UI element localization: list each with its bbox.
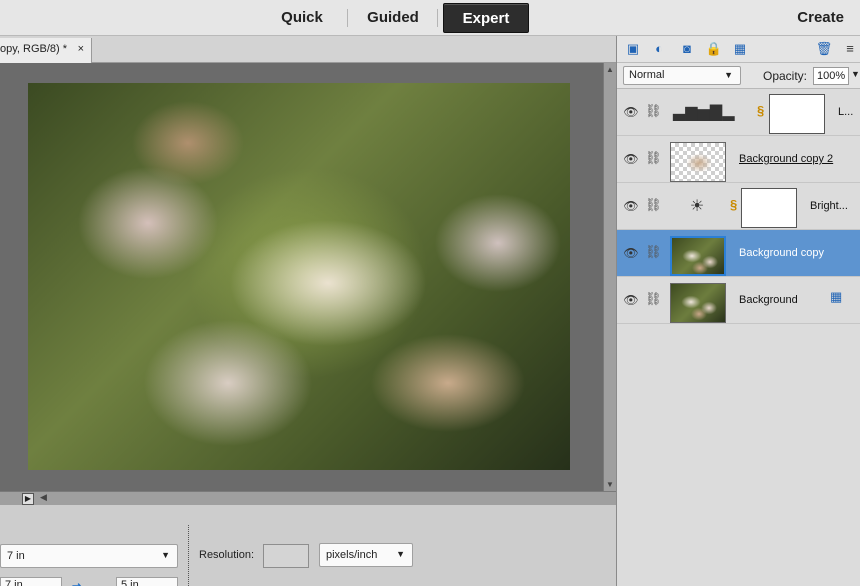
width-select[interactable]: 7 in ▼: [0, 544, 178, 568]
mask-link-icon[interactable]: §: [730, 197, 737, 212]
eye-icon[interactable]: 👁: [623, 105, 639, 119]
document-tab[interactable]: opy, RGB/8) * ×: [0, 38, 92, 63]
layer-thumbnail: [670, 142, 726, 182]
layers-panel: ▣ ◐ ◙ 🔒 ▦ 🗑 ≡ Normal ▼ Opacity: 100% ▼ 👁…: [616, 36, 860, 586]
layer-name: Background copy: [739, 247, 824, 259]
vertical-scrollbar[interactable]: ▲ ▼: [603, 63, 616, 491]
resolution-label: Resolution:: [199, 549, 255, 561]
layer-row-background-copy[interactable]: 👁 ⛓ Background copy: [617, 230, 860, 277]
mode-bar: Quick Guided Expert Create: [0, 0, 860, 36]
tool-options-bar: 7 in ▼ Resolution: pixels/inch ▼ 7 in ⇄ …: [0, 505, 616, 586]
layer-row-background[interactable]: 👁 ⛓ Background ▦: [617, 277, 860, 324]
opacity-label: Opacity:: [763, 69, 808, 83]
resolution-input[interactable]: [263, 544, 309, 568]
link-icon[interactable]: ⛓: [645, 244, 662, 260]
chevron-down-icon: ▼: [396, 549, 405, 559]
resolution-unit-value: pixels/inch: [326, 549, 378, 561]
lock-all-icon[interactable]: ▦: [731, 41, 749, 57]
layer-name: Background copy 2: [739, 153, 834, 165]
layers-list: 👁 ⛓ ▃▆▅▇▂ § L... 👁 ⛓ Background copy 2 👁…: [617, 89, 860, 324]
opacity-input[interactable]: 100%: [813, 67, 849, 85]
eye-icon[interactable]: 👁: [623, 246, 639, 260]
horizontal-scrollbar[interactable]: ▶ ◀: [0, 491, 616, 505]
document-tab-bar: opy, RGB/8) * ×: [0, 36, 616, 63]
layers-toolbar: ▣ ◐ ◙ 🔒 ▦ 🗑 ≡: [617, 36, 860, 63]
layer-name: L...: [838, 106, 854, 118]
layer-lock-icon: ▦: [830, 289, 843, 304]
blend-mode-select[interactable]: Normal ▼: [623, 66, 741, 85]
resolution-unit-select[interactable]: pixels/inch ▼: [319, 543, 413, 567]
create-button[interactable]: Create: [797, 9, 844, 26]
mode-divider: [437, 9, 438, 27]
mask-link-icon[interactable]: §: [757, 103, 764, 118]
eye-icon[interactable]: 👁: [623, 152, 639, 166]
flower-photo[interactable]: [28, 83, 570, 470]
layer-row-background-copy-2[interactable]: 👁 ⛓ Background copy 2: [617, 136, 860, 183]
tab-guided[interactable]: Guided: [354, 3, 432, 33]
add-mask-icon[interactable]: ◙: [678, 41, 696, 57]
layer-thumbnail: [670, 236, 726, 276]
link-icon[interactable]: ⛓: [645, 197, 662, 213]
swap-arrows-icon[interactable]: ⇄: [72, 581, 81, 586]
tab-quick[interactable]: Quick: [263, 3, 341, 33]
scroll-up-icon[interactable]: ▲: [606, 65, 614, 74]
link-icon[interactable]: ⛓: [645, 291, 662, 307]
chevron-down-icon: ▼: [724, 70, 733, 80]
chevron-down-icon[interactable]: ▼: [851, 69, 860, 79]
trash-icon[interactable]: 🗑: [815, 41, 833, 57]
scroll-down-icon[interactable]: ▼: [606, 480, 614, 489]
brightness-icon: ☀: [689, 198, 705, 215]
chevron-down-icon: ▼: [161, 550, 170, 560]
mode-divider: [347, 9, 348, 27]
levels-histogram-icon: ▃▆▅▇▂: [673, 104, 735, 121]
scroll-left-icon[interactable]: ◀: [40, 492, 47, 503]
link-icon[interactable]: ⛓: [645, 103, 662, 119]
divider: [188, 525, 189, 586]
layer-thumbnail: [670, 283, 726, 323]
layer-name: Background: [739, 294, 798, 306]
adjustment-layer-icon[interactable]: ◐: [650, 41, 668, 57]
document-tab-label: opy, RGB/8) *: [0, 43, 68, 55]
height-field[interactable]: 7 in: [0, 577, 62, 586]
new-layer-icon[interactable]: ▣: [624, 41, 642, 57]
width-value: 7 in: [7, 550, 25, 562]
scroll-right-icon[interactable]: ▶: [22, 493, 34, 505]
close-icon[interactable]: ×: [78, 43, 84, 55]
canvas-area[interactable]: [0, 63, 603, 491]
panel-menu-icon[interactable]: ≡: [841, 41, 859, 57]
layer-mask-thumbnail[interactable]: [769, 94, 825, 134]
blend-mode-value: Normal: [629, 69, 665, 81]
layer-row-brightness[interactable]: 👁 ⛓ ☀ § Bright...: [617, 183, 860, 230]
link-icon[interactable]: ⛓: [645, 150, 662, 166]
layer-name: Bright...: [810, 200, 848, 212]
eye-icon[interactable]: 👁: [623, 199, 639, 213]
tab-expert[interactable]: Expert: [443, 3, 529, 33]
layer-row-levels[interactable]: 👁 ⛓ ▃▆▅▇▂ § L...: [617, 89, 860, 136]
second-field[interactable]: 5 in: [116, 577, 178, 586]
blend-row: Normal ▼ Opacity: 100% ▼: [617, 63, 860, 89]
layer-mask-thumbnail[interactable]: [741, 188, 797, 228]
eye-icon[interactable]: 👁: [623, 293, 639, 307]
lock-icon[interactable]: 🔒: [705, 41, 723, 57]
